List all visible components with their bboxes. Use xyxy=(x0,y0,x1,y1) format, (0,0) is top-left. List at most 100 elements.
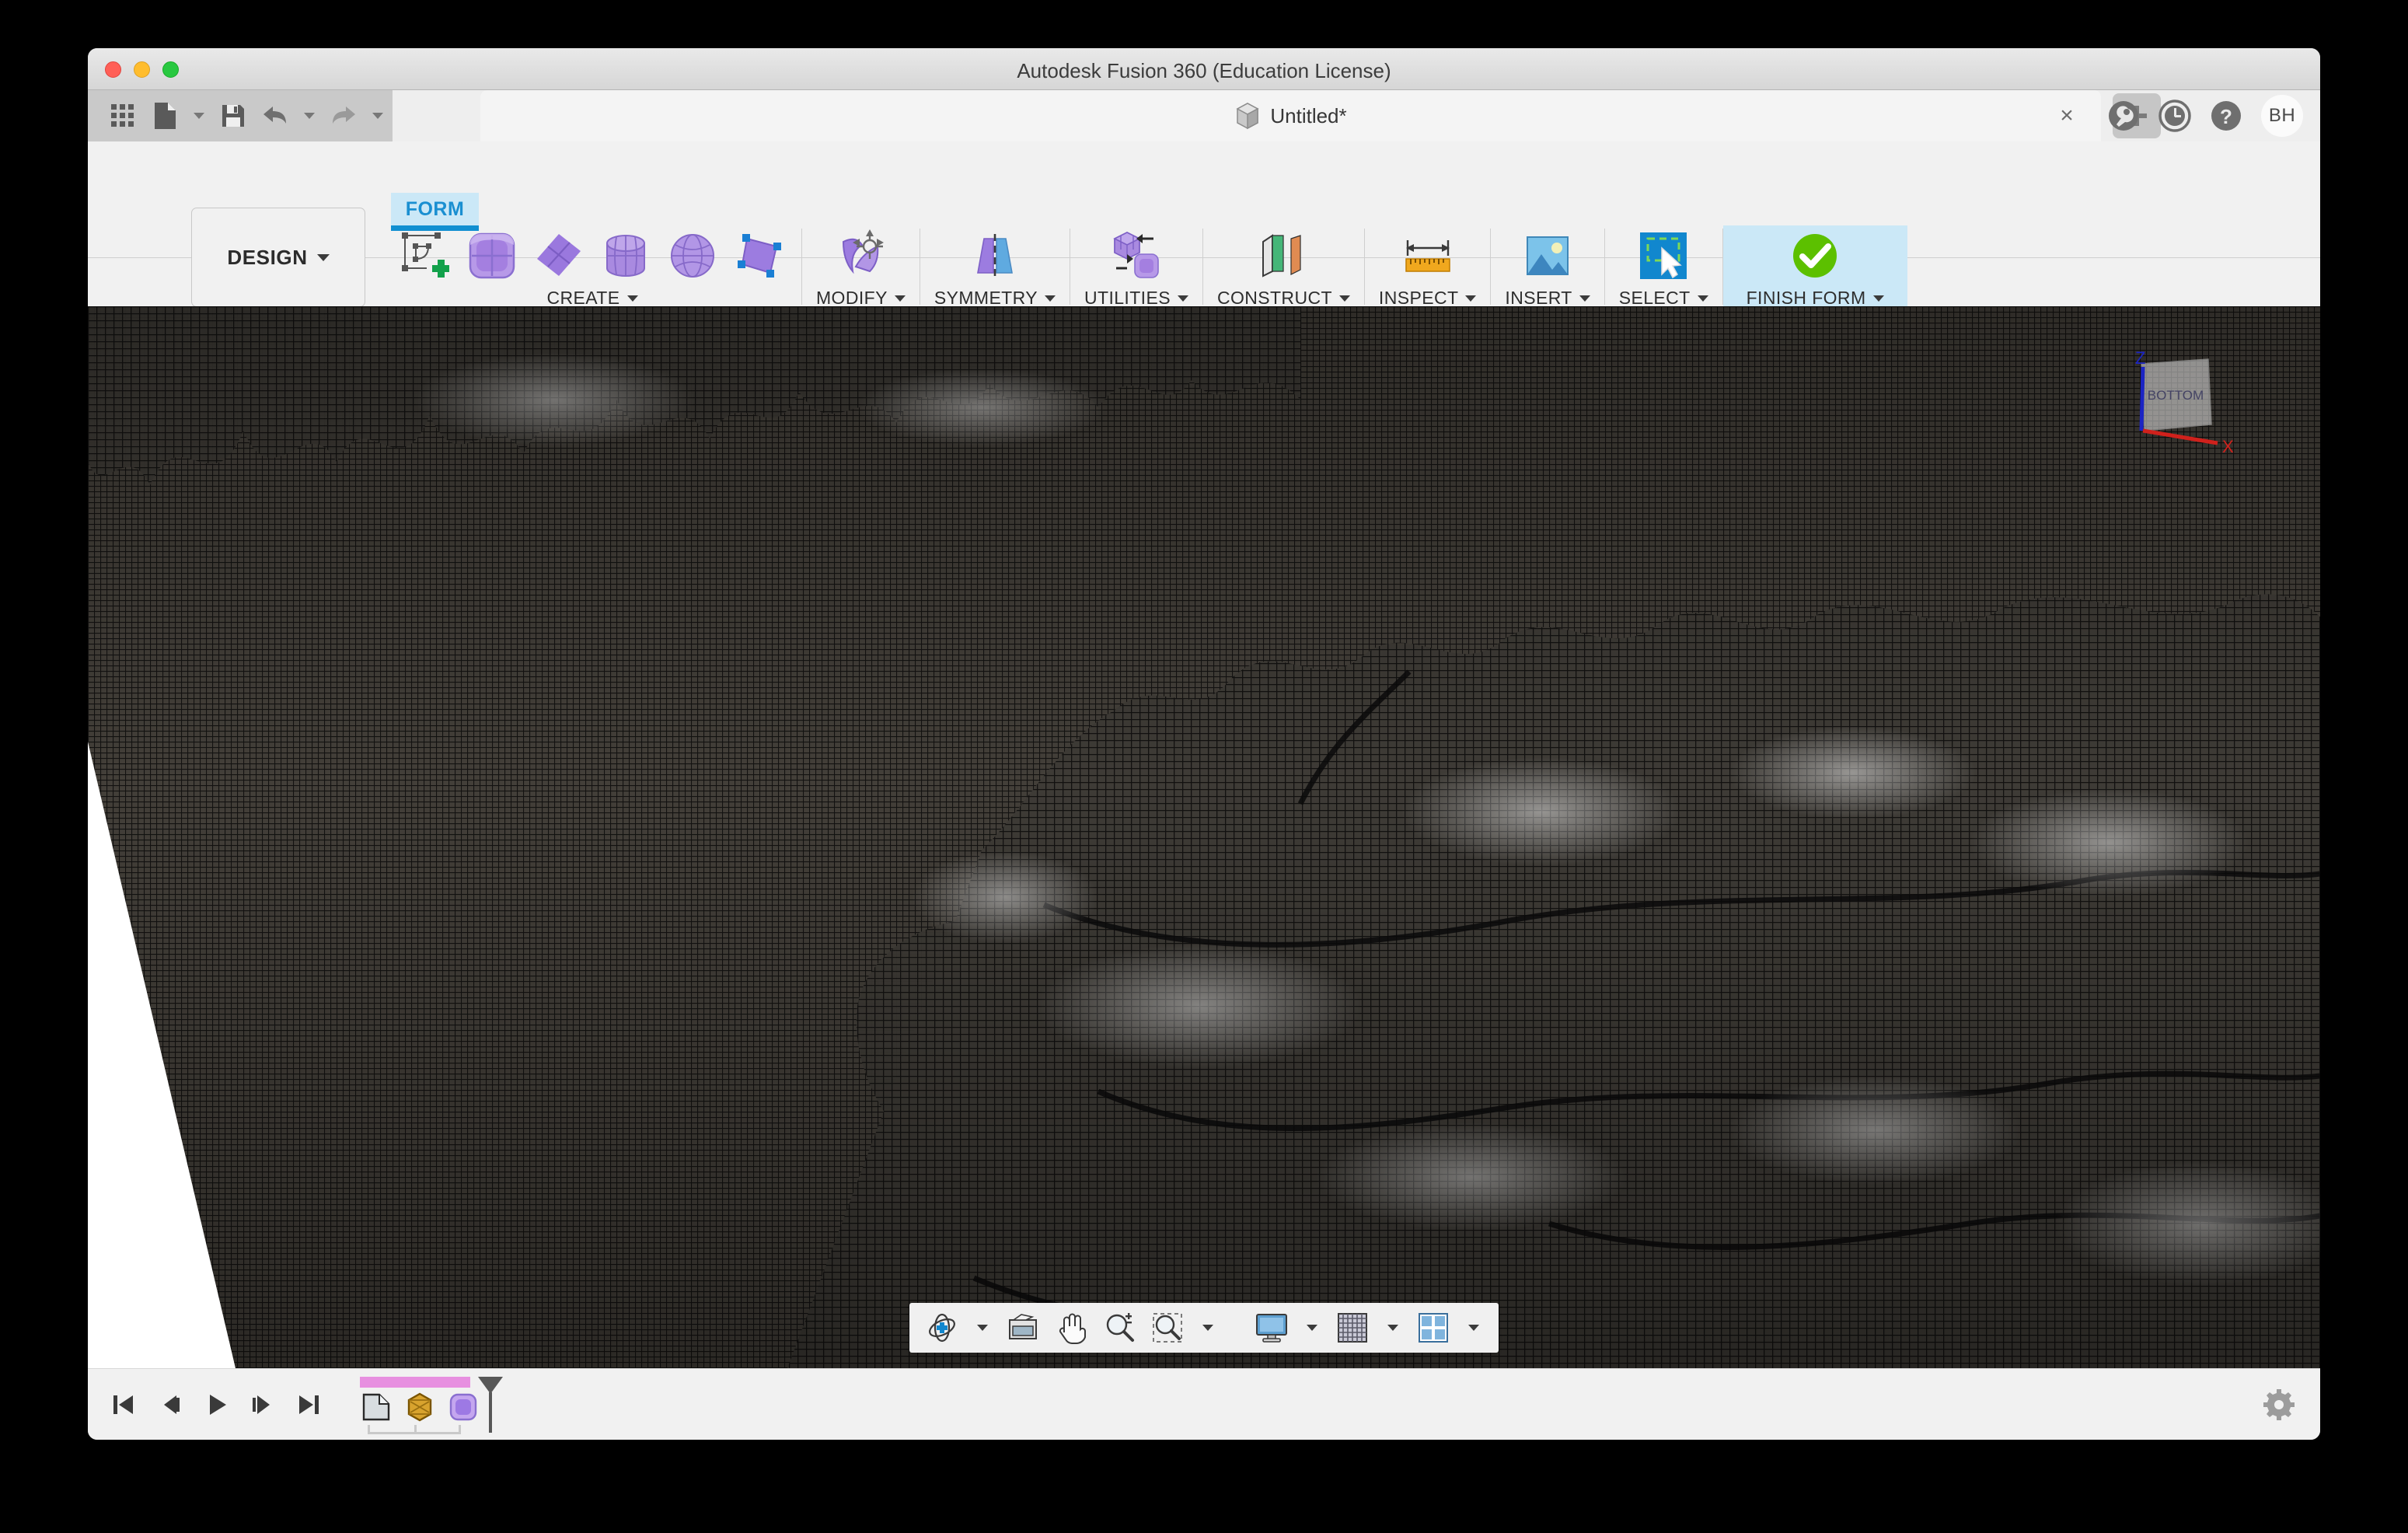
window-title: Autodesk Fusion 360 (Education License) xyxy=(1017,59,1391,82)
workspace-switcher-button[interactable]: DESIGN xyxy=(191,208,365,307)
box-button[interactable] xyxy=(464,228,520,284)
convert-button[interactable] xyxy=(1108,228,1164,284)
symmetry-icon-row xyxy=(967,225,1023,286)
save-button[interactable] xyxy=(214,96,253,136)
orbit-button[interactable] xyxy=(923,1309,961,1346)
application-window: Autodesk Fusion 360 (Education License) xyxy=(88,48,2320,1440)
ribbon-panel-utilities-label[interactable]: UTILITIES xyxy=(1084,288,1188,309)
orbit-icon xyxy=(929,1313,955,1343)
panel-label-text: MODIFY xyxy=(816,288,888,308)
ribbon-panel-create-label[interactable]: CREATE xyxy=(547,288,638,309)
ribbon-panel-modify: MODIFY xyxy=(802,225,920,317)
redo-button[interactable] xyxy=(324,96,363,136)
settings-button[interactable] xyxy=(2261,1387,2297,1423)
3d-viewport[interactable]: BOTTOM Z X xyxy=(88,306,2320,1368)
zoom-window-button[interactable] xyxy=(1149,1309,1186,1346)
grid-snaps-caret[interactable] xyxy=(1382,1309,1404,1346)
cylinder-button[interactable] xyxy=(598,228,654,284)
insert-image-button[interactable] xyxy=(1520,228,1576,284)
offset-plane-button[interactable] xyxy=(1255,228,1311,284)
timeline[interactable] xyxy=(357,1372,512,1437)
panel-label-text: UTILITIES xyxy=(1084,288,1171,308)
zoom-window-caret[interactable] xyxy=(1197,1309,1219,1346)
skip-end-icon xyxy=(299,1395,319,1414)
ribbon-panel-modify-label[interactable]: MODIFY xyxy=(816,288,906,309)
cube-icon xyxy=(1236,103,1259,130)
timeline-node-sketch[interactable] xyxy=(360,1391,393,1423)
zoom-icon xyxy=(1106,1313,1134,1342)
clock-icon xyxy=(2158,100,2191,132)
document-tab[interactable]: Untitled* × xyxy=(480,90,2101,141)
tab-form-label: FORM xyxy=(405,197,465,220)
ribbon-panel-finish-form: FINISH FORM xyxy=(1722,225,1907,317)
undo-icon xyxy=(263,107,286,124)
create-form-button[interactable] xyxy=(397,228,453,284)
undo-button[interactable] xyxy=(256,96,295,136)
avatar[interactable]: BH xyxy=(2261,95,2303,137)
quadball-button[interactable] xyxy=(731,228,787,284)
help-button[interactable]: ? xyxy=(2210,100,2242,132)
measure-button[interactable] xyxy=(1400,228,1456,284)
panel-label-text: SELECT xyxy=(1618,288,1691,308)
chevron-down-icon xyxy=(316,253,330,261)
play-icon xyxy=(210,1394,226,1415)
display-settings-button[interactable] xyxy=(1253,1309,1290,1346)
go-to-end-button[interactable] xyxy=(290,1385,329,1424)
pan-button[interactable] xyxy=(1052,1309,1090,1346)
ribbon-panel-insert-label[interactable]: INSERT xyxy=(1505,288,1590,309)
ribbon-panel-construct-label[interactable]: CONSTRUCT xyxy=(1217,288,1350,309)
timeline-node-box[interactable] xyxy=(403,1391,436,1423)
plane-icon xyxy=(537,234,581,276)
step-forward-button[interactable] xyxy=(243,1385,282,1424)
new-document-caret[interactable] xyxy=(187,96,211,136)
navigation-bar xyxy=(909,1303,1499,1353)
zoom-button[interactable] xyxy=(1101,1309,1138,1346)
status-bar xyxy=(88,1368,2320,1440)
tab-form[interactable]: FORM xyxy=(391,193,479,231)
viewcube-face-label: BOTTOM xyxy=(2148,388,2204,403)
select-window-button[interactable] xyxy=(1635,228,1691,284)
go-to-beginning-button[interactable] xyxy=(103,1385,142,1424)
step-back-button[interactable] xyxy=(150,1385,189,1424)
svg-text:?: ? xyxy=(2220,105,2232,128)
close-tab-button[interactable]: × xyxy=(2054,104,2079,129)
sphere-button[interactable] xyxy=(665,228,721,284)
panel-label-text: INSERT xyxy=(1505,288,1572,308)
ribbon-panel-select-label[interactable]: SELECT xyxy=(1619,288,1708,309)
play-button[interactable] xyxy=(197,1385,236,1424)
edit-form-button[interactable] xyxy=(832,228,888,284)
history-button[interactable] xyxy=(2158,100,2191,132)
finish-form-icon-row xyxy=(1787,225,1843,286)
orbit-caret[interactable] xyxy=(972,1309,993,1346)
finish-form-button[interactable] xyxy=(1787,228,1843,284)
viewport-layout-caret[interactable] xyxy=(1463,1309,1485,1346)
insert-icon-row xyxy=(1520,225,1576,286)
plane-button[interactable] xyxy=(531,228,587,284)
monitor-icon xyxy=(1256,1314,1287,1343)
grid-snaps-button[interactable] xyxy=(1334,1309,1371,1346)
ribbon-panel-insert: INSERT xyxy=(1491,225,1604,317)
sketch-icon xyxy=(362,1393,390,1420)
measure-icon xyxy=(1405,240,1450,272)
look-at-button[interactable] xyxy=(1004,1309,1042,1346)
chevron-down-icon xyxy=(1872,295,1884,302)
offset-plane-icon xyxy=(1262,234,1302,278)
ribbon-panel-symmetry-label[interactable]: SYMMETRY xyxy=(934,288,1056,309)
timeline-playhead[interactable] xyxy=(473,1374,508,1434)
display-settings-caret[interactable] xyxy=(1301,1309,1323,1346)
zoom-window-icon xyxy=(1153,1313,1182,1343)
ribbon-panel-finish-form-label[interactable]: FINISH FORM xyxy=(1747,288,1884,309)
new-document-button[interactable] xyxy=(145,96,184,136)
app-grid-button[interactable] xyxy=(103,96,142,136)
redo-caret[interactable] xyxy=(366,96,389,136)
viewport-layout-button[interactable] xyxy=(1415,1309,1452,1346)
ribbon-panel-select: SELECT xyxy=(1605,225,1722,317)
viewcube[interactable]: BOTTOM Z X xyxy=(2124,344,2264,468)
chevron-down-icon xyxy=(1697,295,1708,302)
timeline-group-bar[interactable] xyxy=(360,1376,470,1388)
ribbon-panel-symmetry: SYMMETRY xyxy=(920,225,1070,317)
mirror-internal-button[interactable] xyxy=(967,228,1023,284)
undo-caret[interactable] xyxy=(298,96,321,136)
ribbon-panel-inspect-label[interactable]: INSPECT xyxy=(1379,288,1477,309)
job-status-button[interactable] xyxy=(2107,100,2140,132)
